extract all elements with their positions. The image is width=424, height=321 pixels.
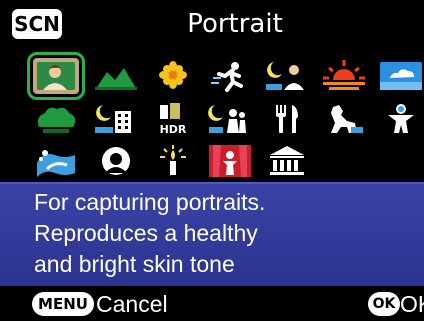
surf-snow-icon[interactable] xyxy=(33,143,79,179)
forest-icon[interactable] xyxy=(33,101,79,137)
description-line-3: and bright skin tone xyxy=(34,251,235,277)
description-line-2: Reproduces a healthy xyxy=(34,220,258,246)
mode-title: Portrait xyxy=(187,9,283,39)
hdr-label: HDR xyxy=(160,123,187,136)
stage-lighting-icon[interactable] xyxy=(207,143,253,179)
ok-button-icon[interactable]: OK xyxy=(368,292,400,316)
header-bar: SCN Portrait xyxy=(0,0,424,46)
food-icon[interactable] xyxy=(264,101,310,137)
night-scene-hdr-icon[interactable]: HDR xyxy=(150,101,196,137)
sports-icon[interactable] xyxy=(207,58,253,94)
description-line-1: For capturing portraits. xyxy=(34,189,266,215)
kids-icon[interactable] xyxy=(378,101,424,137)
flower-icon[interactable] xyxy=(150,58,196,94)
backlight-silhouette-icon[interactable] xyxy=(93,143,139,179)
candlelight-icon[interactable] xyxy=(150,143,196,179)
menu-button-icon[interactable]: MENU xyxy=(32,292,94,316)
night-portrait-icon[interactable] xyxy=(264,58,310,94)
description-panel: For capturing portraits. Reproduces a he… xyxy=(0,182,424,286)
pet-icon[interactable] xyxy=(321,101,367,137)
landscape-icon[interactable] xyxy=(93,58,139,94)
scene-mode-grid: HDR xyxy=(0,46,424,182)
night-scene-icon[interactable] xyxy=(93,101,139,137)
cancel-label[interactable]: Cancel xyxy=(96,288,168,320)
blue-sky-icon[interactable] xyxy=(378,58,424,94)
museum-icon[interactable] xyxy=(264,143,310,179)
footer-bar: MENU Cancel OK OK xyxy=(0,286,424,321)
portrait-icon[interactable] xyxy=(27,52,85,100)
ok-label[interactable]: OK xyxy=(400,288,424,320)
kids-night-icon[interactable] xyxy=(207,101,253,137)
scn-badge: SCN xyxy=(12,9,62,39)
sunset-icon[interactable] xyxy=(321,58,367,94)
